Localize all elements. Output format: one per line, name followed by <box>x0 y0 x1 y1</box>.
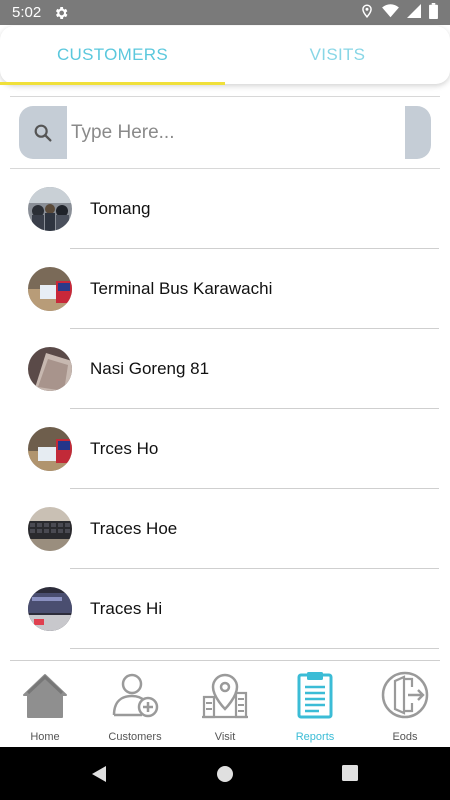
nav-item-reports[interactable]: Reports <box>270 661 360 747</box>
list-item[interactable]: Tomang <box>0 169 450 249</box>
wifi-icon <box>382 3 399 22</box>
search-right-addon <box>405 106 431 159</box>
list-item[interactable]: Nasi Goreng 81 <box>0 329 450 409</box>
search-input[interactable] <box>67 106 405 159</box>
customer-list: Tomang Terminal Bus Karawachi Nasi Goren… <box>0 169 450 649</box>
avatar <box>28 347 72 391</box>
nav-label: Reports <box>295 731 335 743</box>
list-item[interactable]: Traces Hoe <box>0 489 450 569</box>
nav-label: Home <box>30 731 60 743</box>
battery-icon <box>429 2 438 23</box>
bottom-nav: Home Customers Visit Reports Eods <box>0 661 450 747</box>
divider <box>10 96 440 97</box>
gear-icon <box>53 5 69 21</box>
status-bar: 5:02 <box>0 0 450 25</box>
customer-name: Traces Hoe <box>90 519 178 538</box>
back-icon[interactable] <box>91 765 107 783</box>
nav-label: Customers <box>108 731 162 743</box>
customer-name: Terminal Bus Karawachi <box>90 279 273 298</box>
tab-customers[interactable]: CUSTOMERS <box>0 26 225 84</box>
active-tab-indicator <box>0 82 225 85</box>
tab-bar: CUSTOMERS VISITS <box>0 26 450 84</box>
location-icon <box>360 3 374 23</box>
nav-label: Visit <box>214 731 236 743</box>
list-item[interactable]: Terminal Bus Karawachi <box>0 249 450 329</box>
customer-name: Trces Ho <box>90 439 159 458</box>
search-icon[interactable] <box>19 106 67 159</box>
avatar <box>28 507 72 551</box>
nav-item-customers[interactable]: Customers <box>90 661 180 747</box>
system-nav-bar <box>0 747 450 800</box>
search-bar <box>19 106 431 159</box>
avatar <box>28 267 72 311</box>
list-item[interactable]: Trces Ho <box>0 409 450 489</box>
nav-item-home[interactable]: Home <box>0 661 90 747</box>
exit-door-icon <box>381 671 429 719</box>
nav-item-visit[interactable]: Visit <box>180 661 270 747</box>
recents-icon[interactable] <box>342 765 358 781</box>
home-circle-icon[interactable] <box>216 765 234 783</box>
clipboard-icon <box>297 672 333 719</box>
tab-visits[interactable]: VISITS <box>225 26 450 84</box>
divider <box>70 648 439 649</box>
map-pin-icon <box>202 673 248 719</box>
nav-label: Eods <box>392 731 418 743</box>
status-time: 5:02 <box>12 4 42 21</box>
home-icon <box>23 674 67 718</box>
avatar <box>28 187 72 231</box>
customer-name: Tomang <box>90 199 151 218</box>
customer-name: Nasi Goreng 81 <box>90 359 210 378</box>
nav-item-eods[interactable]: Eods <box>360 661 450 747</box>
add-user-icon <box>112 673 159 718</box>
avatar <box>28 427 72 471</box>
customer-name: Traces Hi <box>90 599 163 618</box>
avatar <box>28 587 72 631</box>
signal-icon <box>407 3 421 22</box>
list-item[interactable]: Traces Hi <box>0 569 450 649</box>
